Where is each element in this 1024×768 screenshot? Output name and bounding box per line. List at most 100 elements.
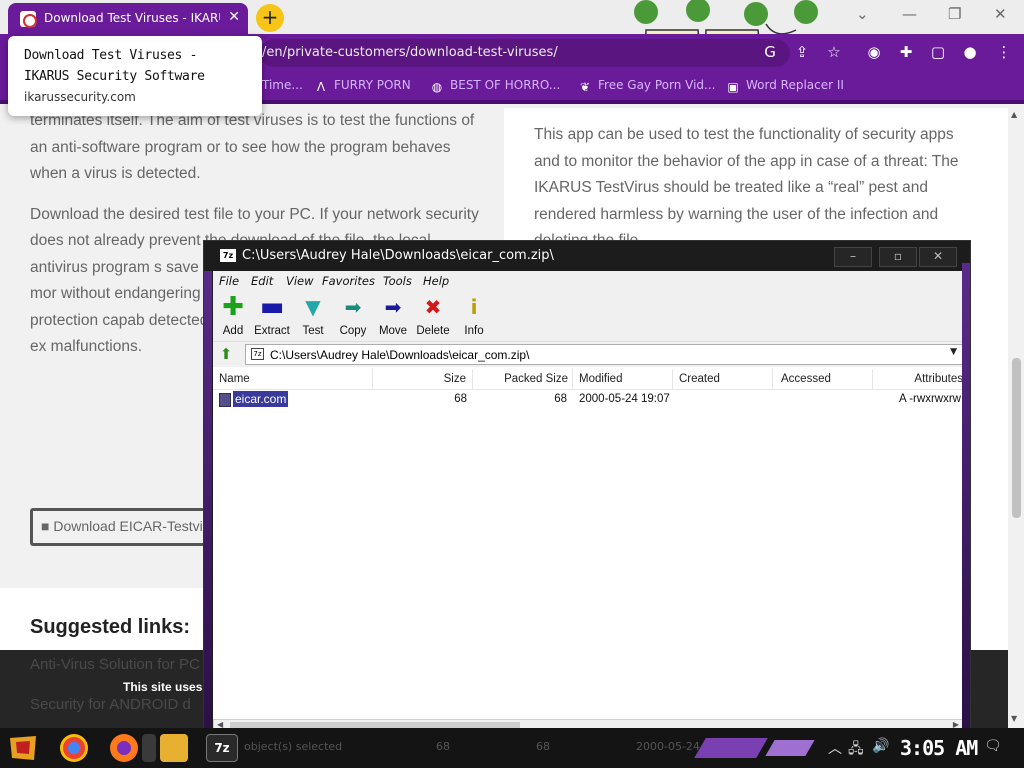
7zip-app-icon: 7z bbox=[220, 249, 236, 262]
copy-label: Copy bbox=[339, 325, 367, 337]
info-icon: i bbox=[470, 295, 478, 319]
bookmark-item[interactable]: ❦ Free Gay Porn Vid... bbox=[578, 78, 716, 94]
file-icon bbox=[219, 393, 231, 407]
menu-help[interactable]: Help bbox=[423, 274, 449, 288]
close-window-icon[interactable]: ✕ bbox=[994, 5, 1007, 23]
info-button[interactable]: i Info bbox=[454, 295, 494, 337]
bookmark-item[interactable]: ◍ BEST OF HORRO... bbox=[430, 78, 561, 94]
menu-tools[interactable]: Tools bbox=[383, 274, 412, 288]
test-icon: ▼ bbox=[305, 295, 321, 319]
app-taskbar-icon[interactable] bbox=[142, 734, 156, 762]
extract-icon: ▬ bbox=[259, 292, 285, 322]
file-modified: 2000-05-24 19:07 bbox=[579, 393, 670, 405]
move-icon: ➡ bbox=[384, 295, 402, 319]
bookmark-icon: ❦ bbox=[579, 80, 591, 94]
col-accessed[interactable]: Accessed bbox=[773, 369, 873, 390]
col-packed-size[interactable]: Packed Size bbox=[473, 369, 573, 390]
extract-label: Extract bbox=[254, 325, 290, 337]
globe-icon: ◍ bbox=[431, 80, 443, 94]
7zip-toolbar: ✚ Add ▬ Extract ▼ Test ➡ Copy ➡ Move ✖ D… bbox=[213, 291, 963, 341]
move-label: Move bbox=[378, 325, 408, 337]
volume-icon[interactable]: 🔊 bbox=[872, 738, 889, 754]
tab-search-icon[interactable]: ⌄ bbox=[856, 5, 869, 23]
tray-chevron-icon[interactable]: ︿ bbox=[828, 738, 842, 758]
7zip-taskbar-icon[interactable]: 7z bbox=[206, 734, 238, 762]
scroll-thumb[interactable] bbox=[1012, 358, 1021, 518]
suggested-heading: Suggested links: bbox=[30, 616, 191, 638]
scroll-up-icon[interactable]: ▲ bbox=[1011, 110, 1017, 119]
taskbar-clock[interactable]: 3:05 AM bbox=[900, 736, 978, 760]
firefox-taskbar-icon[interactable] bbox=[110, 734, 138, 762]
side-panel-icon[interactable]: ▢ bbox=[928, 42, 948, 62]
profile-icon[interactable]: ● bbox=[960, 42, 980, 62]
delete-icon: ✖ bbox=[424, 295, 442, 319]
google-lens-icon[interactable]: G bbox=[760, 42, 780, 62]
taskbar: 7z object(s) selected 68 68 2000-05-24 1… bbox=[0, 728, 1024, 768]
bookmark-item[interactable]: Time... bbox=[262, 78, 303, 92]
restore-icon[interactable]: ❐ bbox=[948, 5, 961, 23]
address-bar[interactable]: /en/private-customers/download-test-viru… bbox=[260, 39, 790, 67]
download-eicar-button[interactable]: ■ Download EICAR-Testviru bbox=[30, 508, 230, 546]
path-text: C:\Users\Audrey Hale\Downloads\eicar_com… bbox=[270, 348, 530, 362]
dropdown-arrow-icon[interactable]: ▼ bbox=[950, 347, 957, 357]
file-list: Name Size Packed Size Modified Created A… bbox=[213, 367, 963, 733]
delete-label: Delete bbox=[416, 325, 450, 337]
page-scrollbar[interactable]: ▲ ▼ bbox=[1008, 108, 1024, 728]
chrome-menu-icon[interactable]: ⋮ bbox=[994, 42, 1014, 62]
col-size[interactable]: Size bbox=[373, 369, 473, 390]
7zip-maximize-icon[interactable]: ▫ bbox=[879, 247, 917, 267]
7zip-window: 7z C:\Users\Audrey Hale\Downloads\eicar_… bbox=[203, 240, 971, 737]
minimize-icon[interactable]: — bbox=[902, 5, 917, 23]
7zip-minimize-icon[interactable]: – bbox=[834, 247, 872, 267]
cookie-text: This site uses bbox=[123, 680, 203, 694]
bookmark-item[interactable]: ▣ Word Replacer II bbox=[726, 78, 844, 94]
add-icon: ✚ bbox=[222, 292, 244, 322]
network-icon[interactable]: 🖧 bbox=[848, 738, 864, 762]
chrome-taskbar-icon[interactable] bbox=[60, 734, 88, 762]
hover-card-url: ikarussecurity.com bbox=[24, 90, 136, 104]
up-folder-icon[interactable]: ⬆ bbox=[217, 345, 235, 363]
file-explorer-taskbar-icon[interactable] bbox=[160, 734, 188, 762]
delete-button[interactable]: ✖ Delete bbox=[413, 295, 453, 337]
extensions-puzzle-icon[interactable]: ✚ bbox=[896, 42, 916, 62]
share-icon[interactable]: ⇪ bbox=[792, 42, 812, 62]
add-button[interactable]: ✚ Add bbox=[213, 292, 253, 337]
test-button[interactable]: ▼ Test bbox=[293, 295, 333, 337]
7zip-titlebar[interactable]: 7z C:\Users\Audrey Hale\Downloads\eicar_… bbox=[204, 241, 970, 271]
col-created[interactable]: Created bbox=[673, 369, 773, 390]
extract-button[interactable]: ▬ Extract bbox=[252, 292, 292, 337]
menu-file[interactable]: File bbox=[219, 274, 239, 288]
new-tab-button[interactable]: + bbox=[256, 4, 284, 32]
notifications-icon[interactable]: 🗨 bbox=[984, 738, 1002, 754]
7zip-menubar: File Edit View Favorites Tools Help bbox=[213, 271, 963, 291]
suggested-link[interactable]: Anti-Virus Solution for PC bbox=[30, 656, 200, 673]
suggested-link[interactable]: Security for ANDROID d bbox=[30, 696, 191, 713]
file-name[interactable]: eicar.com bbox=[231, 390, 290, 408]
tab-ikarus[interactable]: Download Test Viruses - IKARUS ✕ bbox=[8, 3, 248, 34]
col-name[interactable]: Name bbox=[213, 369, 373, 390]
col-attributes[interactable]: Attributes bbox=[873, 369, 963, 390]
menu-edit[interactable]: Edit bbox=[251, 274, 273, 288]
copy-button[interactable]: ➡ Copy bbox=[333, 295, 373, 337]
bookmark-star-icon[interactable]: ☆ bbox=[824, 42, 844, 62]
start-menu-icon[interactable] bbox=[8, 734, 40, 762]
file-size: 68 bbox=[454, 393, 467, 405]
taskbar-decoration bbox=[694, 738, 768, 758]
bookmark-item[interactable]: Λ FURRY PORN bbox=[314, 78, 411, 94]
add-label: Add bbox=[222, 325, 244, 337]
move-button[interactable]: ➡ Move bbox=[373, 295, 413, 337]
tab-close-icon[interactable]: ✕ bbox=[228, 9, 240, 25]
file-attributes: A -rwxrwxrw bbox=[899, 393, 961, 405]
col-modified[interactable]: Modified bbox=[573, 369, 673, 390]
status-selected: object(s) selected bbox=[244, 740, 343, 753]
wr-icon: ▣ bbox=[727, 80, 739, 94]
test-label: Test bbox=[302, 325, 324, 337]
tab-title: Download Test Viruses - IKARUS bbox=[44, 11, 220, 25]
scroll-down-icon[interactable]: ▼ bbox=[1011, 714, 1017, 723]
7zip-close-icon[interactable]: ✕ bbox=[919, 247, 957, 267]
extension-avatar-icon[interactable]: ◉ bbox=[864, 42, 884, 62]
path-combo[interactable]: 7z C:\Users\Audrey Hale\Downloads\eicar_… bbox=[245, 344, 963, 365]
table-row[interactable]: eicar.com 68 68 2000-05-24 19:07 A -rwxr… bbox=[213, 390, 963, 410]
menu-favorites[interactable]: Favorites bbox=[322, 274, 375, 288]
menu-view[interactable]: View bbox=[286, 274, 314, 288]
